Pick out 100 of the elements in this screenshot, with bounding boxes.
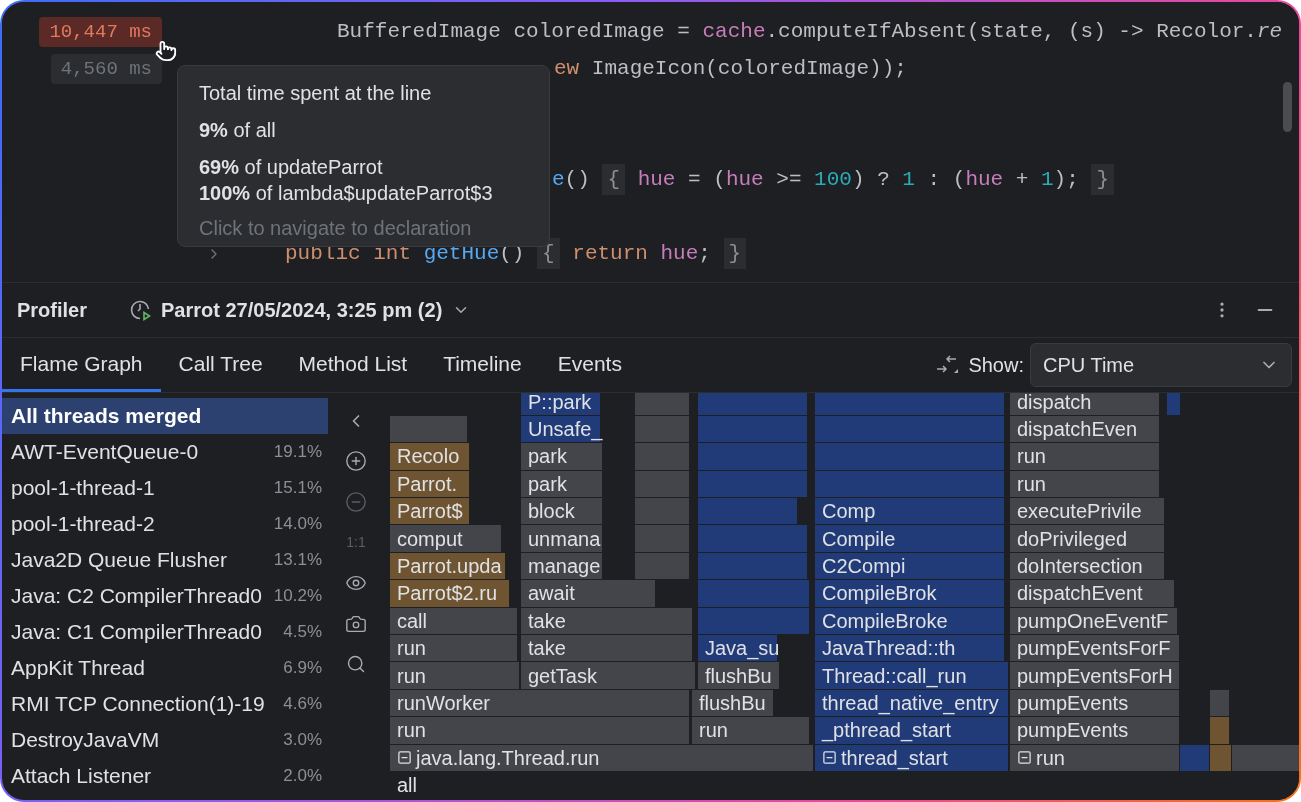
flame-frame[interactable] <box>698 443 808 471</box>
flame-frame[interactable]: take <box>521 635 693 663</box>
scrollbar-thumb[interactable] <box>1283 82 1292 132</box>
flame-frame[interactable]: Parrot$2.ru <box>390 580 510 608</box>
collapse-icon[interactable] <box>822 750 837 766</box>
thread-row[interactable]: All threads merged <box>2 398 328 434</box>
flame-frame[interactable]: Compile <box>815 525 1005 553</box>
flame-frame[interactable] <box>815 470 1005 498</box>
flame-frame[interactable] <box>635 552 690 581</box>
flame-frame[interactable]: manage <box>521 552 603 581</box>
flame-frame[interactable] <box>698 498 798 526</box>
thread-row[interactable]: Java2D Queue Flusher 13.1% <box>2 542 328 578</box>
flame-frame[interactable]: run <box>1010 443 1160 471</box>
flame-frame[interactable] <box>698 552 808 581</box>
thread-row[interactable]: Java: C1 CompilerThread0 4.5% <box>2 614 328 650</box>
flame-frame[interactable]: Parrot.upda <box>390 552 506 581</box>
flame-frame[interactable]: CompileBroke <box>815 607 1005 635</box>
flame-frame[interactable]: java.lang.Thread.run <box>390 744 814 772</box>
view-tab[interactable]: Flame Graph <box>2 338 161 392</box>
flame-frame[interactable]: run <box>1010 744 1180 772</box>
flame-frame[interactable] <box>698 415 808 444</box>
flame-frame[interactable] <box>1210 744 1232 772</box>
flame-frame[interactable]: await <box>521 580 656 608</box>
view-tab[interactable]: Call Tree <box>160 338 281 392</box>
flame-frame[interactable] <box>1210 689 1230 718</box>
zoom-in-icon[interactable] <box>345 450 367 472</box>
flame-frame[interactable]: _pthread_start <box>815 717 1009 745</box>
flame-frame[interactable] <box>635 470 690 498</box>
flame-frame[interactable]: P::park <box>521 393 601 416</box>
thread-row[interactable]: DestroyJavaVM 3.0% <box>2 722 328 758</box>
flame-frame[interactable]: Java_su <box>698 635 778 663</box>
view-tab[interactable]: Events <box>539 338 640 392</box>
flame-frame[interactable] <box>1210 717 1230 745</box>
flame-frame[interactable] <box>390 415 468 444</box>
thread-row[interactable]: Attach Listener 2.0% <box>2 758 328 794</box>
metric-dropdown[interactable]: CPU Time <box>1030 343 1292 387</box>
thread-row[interactable]: AppKit Thread 6.9% <box>2 650 328 686</box>
thread-row[interactable]: Java: C2 CompilerThread0 10.2% <box>2 578 328 614</box>
flame-frame[interactable] <box>698 393 808 416</box>
flame-frame[interactable]: pumpOneEventF <box>1010 607 1178 635</box>
thread-row[interactable]: AWT-EventQueue-0 19.1% <box>2 434 328 470</box>
flame-frame[interactable] <box>698 525 808 553</box>
collapse-icon[interactable] <box>1017 750 1032 766</box>
flame-frame[interactable]: Thread::call_run <box>815 662 1009 690</box>
flame-frame[interactable]: doIntersection <box>1010 552 1165 581</box>
flame-frame[interactable] <box>635 525 690 553</box>
flame-frame[interactable]: thread_start <box>815 744 1009 772</box>
flame-frame[interactable]: pumpEvents <box>1010 717 1180 745</box>
flame-frame[interactable] <box>1167 393 1181 416</box>
flame-frame[interactable] <box>698 580 810 608</box>
flame-frame[interactable]: JavaThread::th <box>815 635 1005 663</box>
flame-frame[interactable]: dispatchEvent <box>1010 580 1175 608</box>
flame-frame[interactable]: run <box>390 717 690 745</box>
search-icon[interactable] <box>346 654 366 674</box>
flame-frame[interactable]: run <box>390 635 518 663</box>
flame-frame[interactable]: executePrivile <box>1010 498 1165 526</box>
thread-row[interactable]: pool-1-thread-2 14.0% <box>2 506 328 542</box>
flame-frame[interactable]: getTask <box>521 662 696 690</box>
flame-frame[interactable]: runWorker <box>390 689 690 718</box>
thread-row[interactable]: pool-1-thread-1 15.1% <box>2 470 328 506</box>
thread-row[interactable]: RMI TCP Connection(1)-19 4.6% <box>2 686 328 722</box>
flame-frame[interactable] <box>815 415 1005 444</box>
camera-icon[interactable] <box>345 613 367 635</box>
flame-frame[interactable] <box>635 415 690 444</box>
flame-frame[interactable]: park <box>521 443 603 471</box>
flame-frame[interactable] <box>635 498 690 526</box>
collapse-icon[interactable] <box>397 750 412 766</box>
flame-frame[interactable]: flushBu <box>692 689 774 718</box>
flame-frame[interactable]: CompileBrok <box>815 580 1005 608</box>
flame-frame[interactable]: pumpEventsForH <box>1010 662 1180 690</box>
flame-frame[interactable]: pumpEvents <box>1010 689 1180 718</box>
flame-frame[interactable] <box>815 393 1005 416</box>
flame-frame[interactable]: comput <box>390 525 502 553</box>
flame-frame[interactable]: all <box>390 772 1299 800</box>
flame-frame[interactable]: dispatchEven <box>1010 415 1160 444</box>
flame-frame[interactable]: C2Compi <box>815 552 1005 581</box>
view-tab[interactable]: Method List <box>280 338 426 392</box>
flame-frame[interactable]: Comp <box>815 498 1005 526</box>
flame-frame[interactable] <box>698 470 808 498</box>
flame-frame[interactable]: thread_native_entry <box>815 689 1009 718</box>
flame-frame[interactable]: run <box>692 717 810 745</box>
flame-frame[interactable] <box>698 607 810 635</box>
flame-frame[interactable] <box>1232 744 1299 772</box>
flame-frame[interactable]: block <box>521 498 603 526</box>
flame-frame[interactable]: call <box>390 607 518 635</box>
flame-frame[interactable]: park <box>521 470 603 498</box>
flame-frame[interactable]: unmana <box>521 525 603 553</box>
flame-frame[interactable]: Unsafe_ <box>521 415 601 444</box>
flame-frame[interactable] <box>635 393 690 416</box>
flame-frame[interactable] <box>815 443 1005 471</box>
flame-frame[interactable]: doPrivileged <box>1010 525 1165 553</box>
timing-badge[interactable]: 10,447 ms <box>39 16 162 47</box>
view-tab[interactable]: Timeline <box>425 338 540 392</box>
flame-frame[interactable]: run <box>390 662 520 690</box>
flame-frame[interactable] <box>635 443 690 471</box>
flame-frame[interactable] <box>1180 744 1210 772</box>
flame-frame[interactable]: Parrot. <box>390 470 470 498</box>
flame-frame[interactable]: Recolo <box>390 443 470 471</box>
flame-frame[interactable]: pumpEventsForF <box>1010 635 1180 663</box>
flame-frame[interactable]: take <box>521 607 693 635</box>
